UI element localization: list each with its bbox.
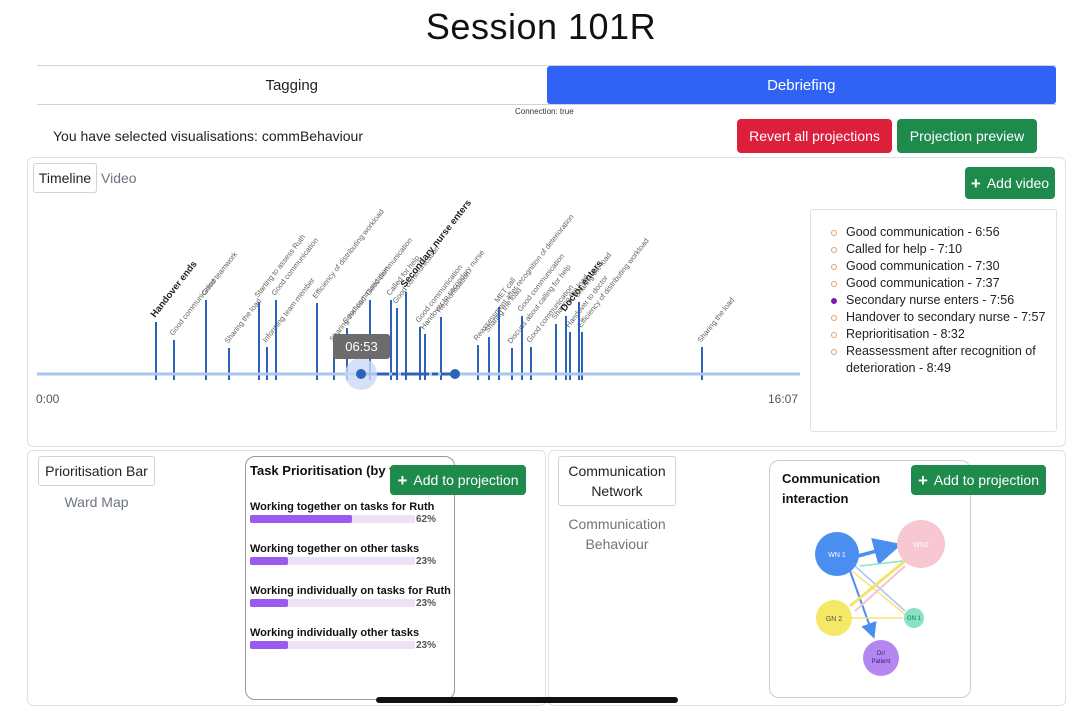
communication-network-graph: WN 1 WN2 GN 2 GN 1 Dr/ Patient: [815, 520, 945, 676]
task-bar-fill: [250, 599, 288, 607]
task-bar-track: [250, 599, 415, 607]
node-label: GN 2: [826, 616, 842, 623]
event-list-item-selected[interactable]: Secondary nurse enters - 7:56: [831, 292, 1046, 309]
node-label-patient: Patient: [872, 659, 891, 665]
plus-icon: +: [397, 470, 408, 490]
event-list-item[interactable]: Good communication - 7:30: [831, 258, 1046, 275]
event-list-item[interactable]: Reassessment after recognition of deteri…: [831, 343, 1046, 377]
add-to-projection-button-left[interactable]: + Add to projection: [390, 465, 526, 495]
timeline-end-time: 16:07: [768, 392, 798, 406]
tab-communication-behaviour[interactable]: Communication Behaviour: [558, 514, 676, 554]
task-bar-fill: [250, 641, 288, 649]
range-end-handle[interactable]: [450, 369, 460, 379]
event-dot-icon: [831, 298, 837, 304]
tab-ward-map[interactable]: Ward Map: [38, 494, 155, 510]
event-text: Called for help - 7:10: [846, 242, 963, 256]
add-to-projection-label: Add to projection: [413, 472, 519, 488]
event-dot-icon: [831, 349, 837, 355]
tab-communication-network[interactable]: Communication Network: [558, 456, 676, 506]
task-bar-item: Working together on tasks for Ruth 62%: [250, 501, 446, 525]
event-marker-label: Sharing the load: [695, 296, 736, 345]
time-tooltip-text: 06:53: [345, 339, 378, 354]
event-list-item[interactable]: Good communication - 6:56: [831, 224, 1046, 241]
node-label-dr: Dr/: [877, 651, 885, 657]
node-label: GN 1: [907, 616, 922, 622]
event-list: Good communication - 6:56 Called for hel…: [810, 209, 1057, 432]
task-bar-percent: 23%: [415, 556, 436, 567]
event-dot-icon: [831, 247, 837, 253]
task-bar-fill: [250, 515, 353, 523]
tab-prioritisation-bar[interactable]: Prioritisation Bar: [38, 456, 155, 486]
edge-gn2-gn1: [851, 570, 908, 617]
event-list-item[interactable]: Called for help - 7:10: [831, 241, 1046, 258]
event-text: Good communication - 7:37: [846, 276, 1000, 290]
home-indicator: [376, 697, 678, 703]
node-dr-patient[interactable]: [863, 640, 899, 676]
event-text: Reprioritisation - 8:32: [846, 327, 965, 341]
timeline-start-time: 0:00: [36, 392, 60, 406]
edge-gn2-wn2: [849, 559, 906, 608]
edge-gn1-wn2: [859, 560, 904, 567]
task-bar-item: Working together on other tasks 23%: [250, 543, 446, 567]
add-to-projection-button-right[interactable]: + Add to projection: [911, 465, 1046, 495]
task-bar-item: Working individually on tasks for Ruth 2…: [250, 585, 451, 609]
event-list-item[interactable]: Reprioritisation - 8:32: [831, 326, 1046, 343]
network-nodes: WN 1 WN2 GN 2 GN 1 Dr/ Patient: [815, 520, 945, 676]
playhead-handle[interactable]: [356, 369, 366, 379]
event-text: Handover to secondary nurse - 7:57: [846, 310, 1046, 324]
node-label: WN2: [913, 542, 929, 549]
task-card-title: Task Prioritisation (by t: [250, 463, 394, 478]
task-bar-fill: [250, 557, 288, 565]
task-bar-track: [250, 515, 415, 523]
edge-wn1-wn2: [857, 537, 902, 565]
event-dot-icon: [831, 230, 837, 236]
task-bar-percent: 23%: [415, 640, 436, 651]
event-dot-icon: [831, 315, 837, 321]
event-marker-label: Good teamwork: [199, 250, 239, 297]
event-dot-icon: [831, 332, 837, 338]
task-bar-label: Working individually other tasks: [250, 627, 420, 639]
task-bar-label: Working together on other tasks: [250, 543, 420, 555]
event-list-item[interactable]: Good communication - 7:37: [831, 275, 1046, 292]
task-bar-label: Working together on tasks for Ruth: [250, 501, 435, 513]
network-edges: [849, 537, 908, 639]
event-dot-icon: [831, 281, 837, 287]
event-text: Good communication - 7:30: [846, 259, 1000, 273]
communication-interaction-card: Communication interaction WN 1 WN2 GN 2 …: [769, 460, 971, 698]
event-marker-label: Sharing the load: [222, 297, 263, 346]
add-to-projection-label: Add to projection: [933, 472, 1039, 488]
task-bar-track: [250, 641, 415, 649]
task-bar-track: [250, 557, 415, 565]
event-dot-icon: [831, 264, 837, 270]
event-list-item[interactable]: Handover to secondary nurse - 7:57: [831, 309, 1046, 326]
plus-icon: +: [917, 470, 928, 490]
task-bar-percent: 62%: [415, 514, 436, 525]
task-bar-label: Working individually on tasks for Ruth: [250, 585, 451, 597]
node-label: WN 1: [828, 552, 846, 559]
event-text: Good communication - 6:56: [846, 225, 1000, 239]
task-bar-item: Working individually other tasks 23%: [250, 627, 446, 651]
task-bar-percent: 23%: [415, 598, 436, 609]
event-text: Reassessment after recognition of deteri…: [846, 344, 1036, 375]
event-text: Secondary nurse enters - 7:56: [846, 293, 1015, 307]
